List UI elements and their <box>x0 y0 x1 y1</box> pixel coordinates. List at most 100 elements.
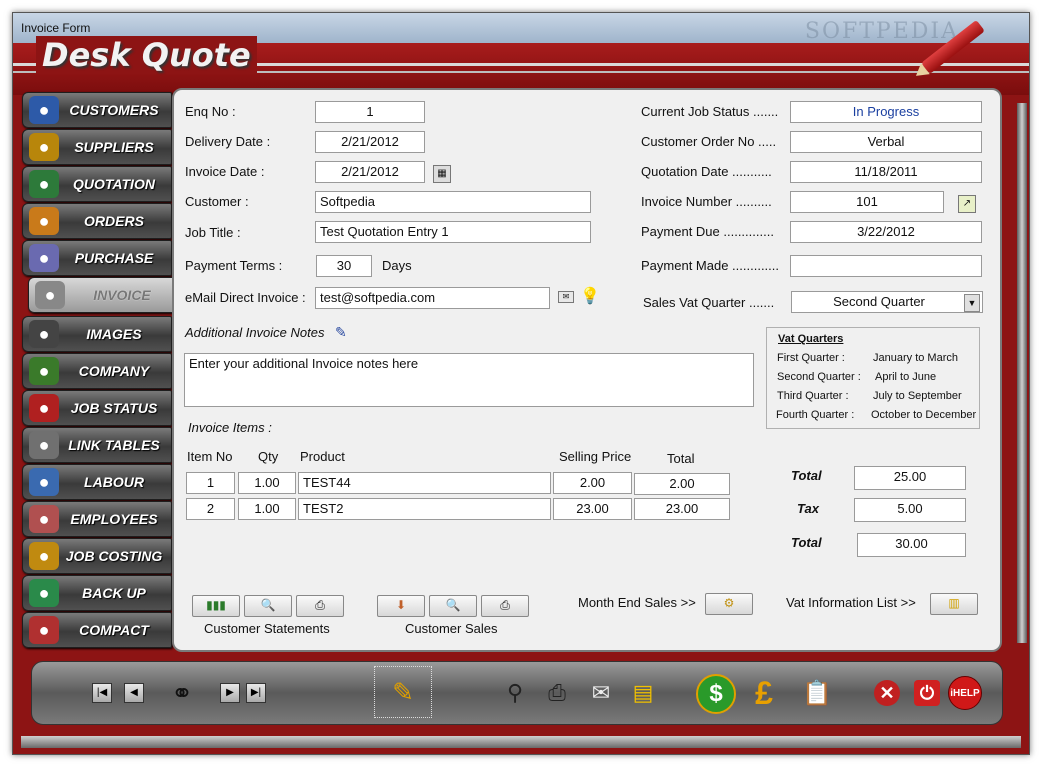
quotation-date-label: Quotation Date ........... <box>641 164 772 179</box>
search-icon[interactable]: ⚲ <box>500 680 530 706</box>
header-total: Total <box>667 451 695 466</box>
item-2-no[interactable]: 2 <box>186 498 235 520</box>
payment-terms-field[interactable]: 30 <box>316 255 372 277</box>
customer-statements-label: Customer Statements <box>204 621 330 636</box>
invoice-date-field[interactable]: 2/21/2012 <box>315 161 425 183</box>
item-1-no[interactable]: 1 <box>186 472 235 494</box>
app-title: Desk Quote <box>36 36 257 74</box>
grand-total-label: Total <box>791 535 822 550</box>
notes-label: Additional Invoice Notes <box>185 325 325 340</box>
email-field[interactable]: test@softpedia.com <box>315 287 550 309</box>
sidebar-item-back-up[interactable]: ● BACK UP <box>22 575 172 611</box>
email-label: eMail Direct Invoice : <box>185 290 306 305</box>
last-record-button[interactable]: ▶| <box>246 680 266 706</box>
vat-q3-range: July to September <box>873 390 962 402</box>
notes-edit-icon[interactable]: ✎ <box>335 324 347 341</box>
item-1-price[interactable]: 2.00 <box>553 472 632 494</box>
vat-quarters-box: Vat Quarters First Quarter : January to … <box>766 327 980 429</box>
item-1-product[interactable]: TEST44 <box>298 472 551 494</box>
prev-record-button[interactable]: ◀ <box>124 680 144 706</box>
job-status-field[interactable]: In Progress <box>790 101 982 123</box>
sidebar-item-quotation[interactable]: ● QUOTATION <box>22 166 172 202</box>
month-end-sales-label: Month End Sales >> <box>578 595 696 610</box>
invoice-lookup-icon[interactable]: ↗ <box>958 195 976 213</box>
next-record-button[interactable]: ▶ <box>220 680 240 706</box>
invoice-number-field[interactable]: 101 <box>790 191 944 213</box>
print-icon[interactable]: ⎙ <box>540 680 574 706</box>
vat-info-label: Vat Information List >> <box>786 595 916 610</box>
sales-vat-quarter-select[interactable]: Second Quarter ▼ <box>791 291 983 313</box>
sidebar-item-orders[interactable]: ● ORDERS <box>22 203 172 239</box>
clipboard-icon[interactable]: 📋 <box>800 680 834 707</box>
employees-icon: ● <box>29 505 59 533</box>
vat-info-button[interactable]: ▥ <box>930 593 978 615</box>
item-2-qty[interactable]: 1.00 <box>238 498 296 520</box>
customer-field[interactable]: Softpedia <box>315 191 591 213</box>
payment-due-field[interactable]: 3/22/2012 <box>790 221 982 243</box>
notes-field[interactable]: Enter your additional Invoice notes here <box>184 353 754 407</box>
statements-chart-button[interactable]: ▮▮▮ <box>192 595 240 617</box>
item-2-price[interactable]: 23.00 <box>553 498 632 520</box>
sidebar-item-images[interactable]: ● IMAGES <box>22 316 172 352</box>
sidebar-item-label: JOB COSTING <box>65 548 163 564</box>
customer-order-no-field[interactable]: Verbal <box>790 131 982 153</box>
sidebar-item-compact[interactable]: ● COMPACT <box>22 612 172 648</box>
sales-report-button[interactable]: ⬇ <box>377 595 425 617</box>
sidebar-item-labour[interactable]: ● LABOUR <box>22 464 172 500</box>
images-icon: ● <box>29 320 59 348</box>
vat-q4-range: October to December <box>871 409 977 421</box>
delivery-date-field[interactable]: 2/21/2012 <box>315 131 425 153</box>
email-icon[interactable]: ✉ <box>584 680 618 706</box>
folder-icon[interactable]: ▤ <box>626 680 660 706</box>
customer-sales-label: Customer Sales <box>405 621 498 636</box>
sidebar-item-company[interactable]: ● COMPANY <box>22 353 172 389</box>
power-icon[interactable]: ⏻ <box>914 680 940 706</box>
statements-preview-button[interactable]: 🔍 <box>244 595 292 617</box>
edit-pencil-icon[interactable]: ✎ <box>374 666 432 718</box>
sidebar-item-label: COMPANY <box>78 363 150 379</box>
sidebar-item-link-tables[interactable]: ● LINK TABLES <box>22 427 172 463</box>
sales-print-button[interactable]: ⎙ <box>481 595 529 617</box>
dollar-icon[interactable]: $ <box>696 674 736 714</box>
item-1-total[interactable]: 2.00 <box>634 473 730 495</box>
help-button[interactable]: iHELP <box>948 676 982 710</box>
total-field[interactable]: 25.00 <box>854 466 966 490</box>
bottom-bar <box>21 736 1021 748</box>
close-icon[interactable]: ✕ <box>874 680 900 706</box>
item-2-product[interactable]: TEST2 <box>298 498 551 520</box>
back-up-icon: ● <box>29 579 59 607</box>
grand-total-field[interactable]: 30.00 <box>857 533 966 557</box>
enq-no-field[interactable]: 1 <box>315 101 425 123</box>
sidebar-item-job-costing[interactable]: ● JOB COSTING <box>22 538 172 574</box>
header-qty: Qty <box>258 449 279 464</box>
binoculars-icon[interactable]: ⚭ <box>152 678 212 708</box>
calendar-icon[interactable]: ▦ <box>433 165 451 183</box>
sidebar-item-label: ORDERS <box>84 213 144 229</box>
sidebar-item-job-status[interactable]: ● JOB STATUS <box>22 390 172 426</box>
sidebar-item-employees[interactable]: ● EMPLOYEES <box>22 501 172 537</box>
orders-icon: ● <box>29 207 59 235</box>
sidebar-item-label: BACK UP <box>82 585 146 601</box>
sidebar-item-suppliers[interactable]: ● SUPPLIERS <box>22 129 172 165</box>
month-end-sales-button[interactable]: ⚙ <box>705 593 753 615</box>
chevron-down-icon[interactable]: ▼ <box>964 294 980 312</box>
payment-made-field[interactable] <box>790 255 982 277</box>
vat-q1-name: First Quarter : <box>777 352 845 364</box>
sidebar-item-customers[interactable]: ● CUSTOMERS <box>22 92 172 128</box>
job-title-field[interactable]: Test Quotation Entry 1 <box>315 221 591 243</box>
sidebar-item-label: QUOTATION <box>73 176 155 192</box>
sidebar-item-invoice[interactable]: ● INVOICE <box>28 277 182 313</box>
sidebar-item-purchase[interactable]: ● PURCHASE <box>22 240 172 276</box>
envelope-icon[interactable]: ✉ <box>558 291 574 303</box>
item-1-qty[interactable]: 1.00 <box>238 472 296 494</box>
item-2-total[interactable]: 23.00 <box>634 498 730 520</box>
pound-icon[interactable]: £ <box>746 675 782 711</box>
quotation-icon: ● <box>29 170 59 198</box>
lightbulb-icon[interactable]: 💡 <box>580 286 600 306</box>
first-record-button[interactable]: |◀ <box>92 680 112 706</box>
statements-print-button[interactable]: ⎙ <box>296 595 344 617</box>
quotation-date-field[interactable]: 11/18/2011 <box>790 161 982 183</box>
delivery-date-label: Delivery Date : <box>185 134 271 149</box>
tax-field[interactable]: 5.00 <box>854 498 966 522</box>
sales-preview-button[interactable]: 🔍 <box>429 595 477 617</box>
